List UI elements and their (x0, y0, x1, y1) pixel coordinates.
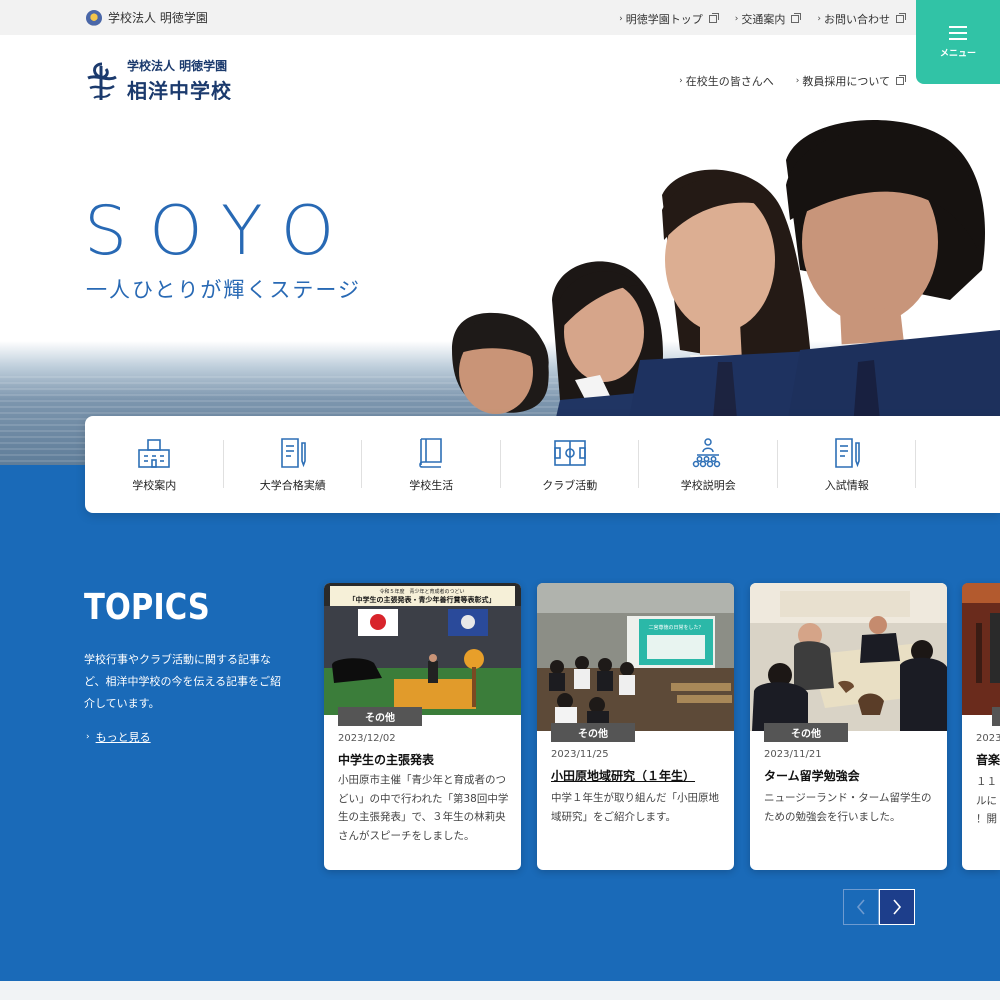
quicknav-item-info-session[interactable]: 学校説明会 (639, 416, 778, 513)
notepad-pen-icon (834, 437, 860, 468)
external-link-icon (896, 13, 906, 23)
topic-photo-classroom: 二宮尊徳の日常をした？ (537, 583, 734, 731)
chevron-right-icon: › (86, 732, 90, 742)
school-emblem-icon (87, 62, 117, 100)
topics-description: 学校行事やクラブ活動に関する記事など、相洋中学校の今を伝える記事をご紹介していま… (84, 653, 282, 710)
school-seal-icon (86, 9, 102, 26)
topic-body: １１ ルに ！開 (976, 776, 997, 825)
screen-text: 二宮尊徳の日常をした？ (648, 624, 703, 631)
quicknav-item-school-guide[interactable]: 学校案内 (85, 416, 224, 513)
site-logo[interactable]: 学校法人 明徳学園 相洋中学校 (84, 57, 232, 104)
topic-body: 中学１年生が取り組んだ「小田原地域研究」をご紹介します。 (551, 792, 719, 823)
external-link-icon (896, 75, 906, 85)
hero-tagline: 一人ひとりが輝くステージ (86, 278, 361, 302)
header-link-label: 教員採用について (802, 75, 890, 88)
header-link-recruit[interactable]: › 教員採用について (795, 73, 906, 89)
footer-strip (0, 981, 1000, 1000)
topic-card[interactable]: その他 2023/11/21 ターム留学勉強会 ニュージーランド・ターム留学生の… (750, 583, 947, 870)
hero-banner: SOYO 一人ひとりが輝くステージ (0, 100, 1000, 465)
external-link-icon (791, 13, 802, 23)
quicknav-label: 大学合格実績 (259, 478, 326, 492)
topic-title: 小田原地域研究（１年生） (551, 769, 696, 783)
quicknav-item-school-life[interactable]: 学校生活 (362, 416, 501, 513)
topic-body: ニュージーランド・ターム留学生のための勉強会を行いました。 (764, 792, 932, 823)
topic-date: 2023/11/21 (764, 749, 822, 760)
field-icon (553, 439, 586, 466)
top-link-label: 交通案内 (741, 13, 786, 26)
topic-card[interactable]: 二宮尊徳の日常をした？ その他 2023/11/25 小田原地域研究（１年生） … (537, 583, 734, 870)
carousel-pager (843, 889, 915, 925)
chevron-right-icon (893, 899, 902, 915)
topic-title: 音楽 (976, 753, 1000, 767)
quicknav-label: 学校案内 (132, 478, 177, 492)
topic-photo-study-session (750, 583, 947, 731)
quicknav-label: 学校生活 (409, 478, 454, 492)
topic-card[interactable]: 2023 音楽 １１ ルに ！開 (962, 583, 1000, 870)
category-badge: その他 (551, 723, 635, 742)
hero-title: SOYO (84, 192, 357, 271)
quicknav-label: 入試情報 (824, 478, 869, 492)
logo-subtitle: 学校法人 明徳学園 (127, 59, 228, 73)
topics-title: TOPICS (84, 587, 210, 628)
group-brand[interactable]: 学校法人 明徳学園 (86, 9, 208, 26)
quick-nav: 学校案内 大学合格実績 学校生活 クラブ活動 学校説明会 入試情報 (85, 416, 1000, 513)
book-icon (419, 437, 443, 468)
more-link-label: もっと見る (95, 731, 151, 744)
topic-body: 小田原市主催「青少年と育成者のつどい」の中で行われた「第38回中学生の主張発表」… (338, 774, 509, 842)
notepad-pen-icon (280, 437, 306, 468)
chevron-right-icon: › (817, 14, 821, 24)
topic-date: 2023 (976, 733, 1000, 744)
top-link-meitoku-top[interactable]: › 明徳学園トップ (619, 11, 719, 27)
carousel-next-button[interactable] (879, 889, 915, 925)
topic-title: 中学生の主張発表 (338, 753, 435, 767)
header-link-students[interactable]: › 在校生の皆さんへ (679, 73, 774, 89)
top-links: › 明徳学園トップ › 交通案内 › お問い合わせ (619, 11, 906, 27)
carousel-prev-button[interactable] (843, 889, 879, 925)
more-link[interactable]: › もっと見る (86, 729, 151, 745)
quicknav-label: クラブ活動 (542, 478, 598, 492)
menu-label: メニュー (939, 48, 976, 59)
category-badge: その他 (338, 707, 422, 726)
photo-banner-line1: 令和５年度 青少年と育成者のつどい (379, 588, 464, 595)
topic-card[interactable]: 令和５年度 青少年と育成者のつどい 「中学生の主張発表・青少年善行賞等表彰式」 … (324, 583, 521, 870)
quicknav-label: 学校説明会 (680, 478, 736, 492)
topic-title: ターム留学勉強会 (764, 769, 860, 783)
topic-date: 2023/11/25 (551, 749, 609, 760)
chevron-right-icon: › (795, 76, 800, 86)
category-badge: その他 (764, 723, 848, 742)
chevron-right-icon: › (619, 14, 623, 24)
photo-banner-line2: 「中学生の主張発表・青少年善行賞等表彰式」 (349, 595, 496, 604)
topic-date: 2023/12/02 (338, 733, 396, 744)
top-link-label: お問い合わせ (824, 13, 890, 26)
topic-photo-speech: 令和５年度 青少年と育成者のつどい 「中学生の主張発表・青少年善行賞等表彰式」 (324, 583, 521, 715)
hamburger-icon (949, 25, 967, 40)
external-link-icon (708, 13, 719, 23)
chevron-left-icon (856, 899, 865, 915)
header-link-label: 在校生の皆さんへ (685, 75, 774, 88)
quicknav-item-club-activities[interactable]: クラブ活動 (501, 416, 640, 513)
quicknav-item-university-results[interactable]: 大学合格実績 (224, 416, 363, 513)
menu-button[interactable]: メニュー (916, 0, 1000, 84)
top-link-access[interactable]: › 交通案内 (734, 11, 802, 27)
presentation-icon (693, 437, 721, 467)
top-link-contact[interactable]: › お問い合わせ (817, 11, 906, 27)
chevron-right-icon: › (679, 76, 683, 86)
topic-photo-music (962, 583, 1000, 715)
top-utility-bar: 学校法人 明徳学園 › 明徳学園トップ › 交通案内 › お問い合わせ (0, 0, 1000, 35)
chevron-right-icon: › (734, 14, 739, 24)
header-links: › 在校生の皆さんへ › 教員採用について (679, 73, 906, 89)
building-icon (138, 438, 171, 468)
category-badge (992, 707, 1000, 726)
quicknav-item-admissions[interactable]: 入試情報 (778, 416, 917, 513)
top-link-label: 明徳学園トップ (625, 13, 703, 26)
group-brand-label: 学校法人 明徳学園 (108, 11, 208, 25)
